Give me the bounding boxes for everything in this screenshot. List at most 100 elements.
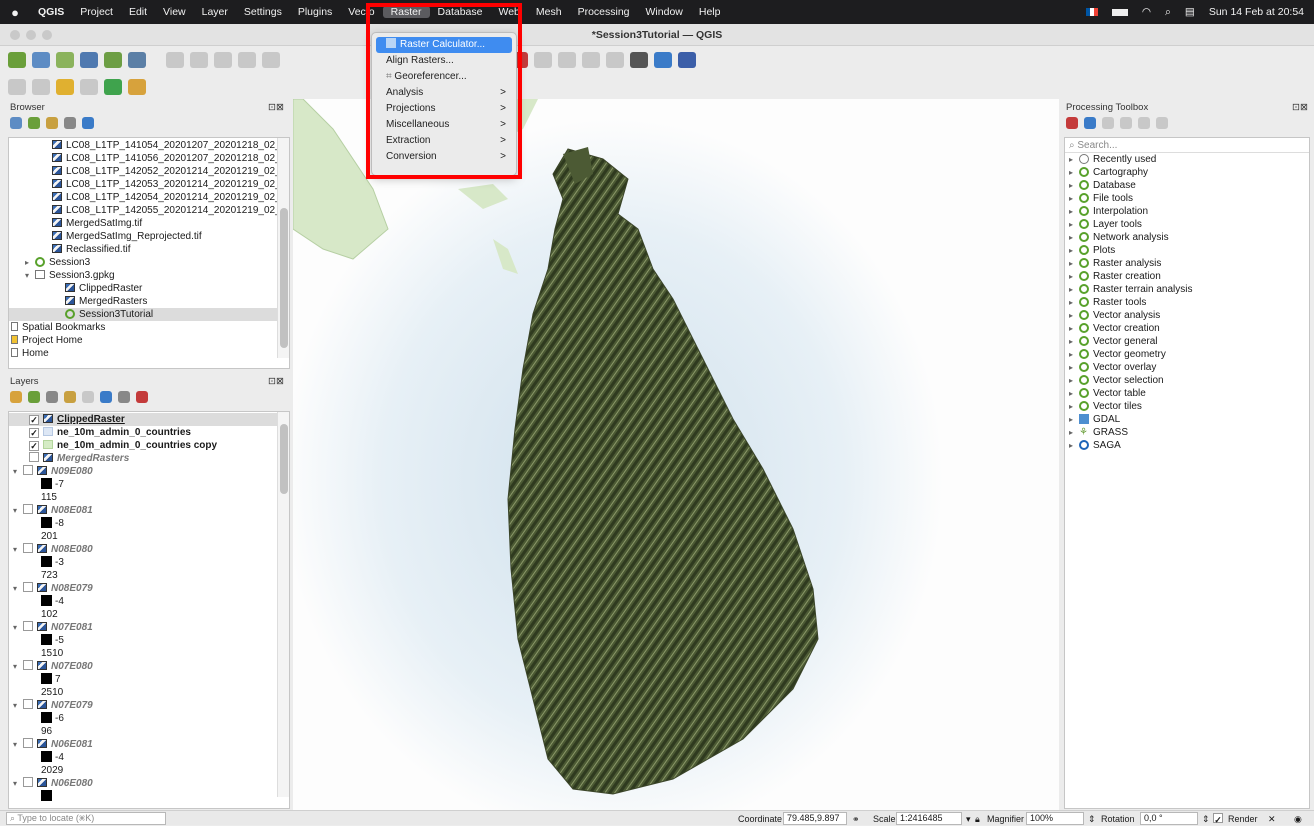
magnifier-stepper-icon[interactable]: ⇕ [1088,813,1096,825]
browser-item[interactable]: LC08_L1TP_141054_20201207_20201218_02_ [9,139,289,152]
browser-item[interactable]: Session3Tutorial [9,308,289,321]
browser-item[interactable]: ClippedRaster [9,282,289,295]
toolbox-provider-item[interactable]: ▸ Vector selection [1065,374,1309,387]
collapse-all-layers-icon[interactable] [118,391,130,403]
toolbox-provider-item[interactable]: ▸ Recently used [1065,153,1309,166]
collapse-all-icon[interactable] [64,117,76,129]
layer-group-row[interactable]: ▾ N07E081 [9,621,289,634]
expand-arrow-icon[interactable]: ▸ [1069,270,1079,283]
scripts-icon[interactable] [1084,117,1096,129]
crs-status-icon[interactable]: ✕ [1268,813,1276,825]
menu-edit[interactable]: Edit [121,6,155,18]
expand-arrow-icon[interactable]: ▸ [1069,179,1079,192]
magnifier-field[interactable]: 100% [1026,812,1084,825]
apple-icon[interactable]: ● [0,5,30,20]
manage-map-themes-icon[interactable] [46,391,58,403]
collapse-arrow-icon[interactable]: ▾ [25,269,35,282]
expand-arrow-icon[interactable]: ▸ [1069,257,1079,270]
layer-visibility-checkbox[interactable]: ✓ [29,415,39,425]
layer-item[interactable]: MergedRasters [9,452,289,465]
expand-arrow-icon[interactable]: ▸ [1069,374,1079,387]
select-by-value-icon[interactable] [32,79,50,95]
rotation-field[interactable]: 0,0 ° [1140,812,1198,825]
layer-visibility-checkbox[interactable] [23,465,33,475]
vertex-tool-icon[interactable] [238,52,256,68]
layer-item[interactable]: ✓ ne_10m_admin_0_countries [9,426,289,439]
layer-group-row[interactable]: ▾ N08E081 [9,504,289,517]
toolbox-provider-item[interactable]: ▸ Network analysis [1065,231,1309,244]
collapse-arrow-icon[interactable]: ▾ [13,621,23,634]
toolbox-provider-item[interactable]: ▸ SAGA [1065,439,1309,452]
scale-dropdown-icon[interactable]: ▾ [966,813,971,825]
properties-icon[interactable] [82,117,94,129]
help-icon[interactable] [678,52,696,68]
refresh-icon[interactable] [28,117,40,129]
layer-visibility-checkbox[interactable]: ✓ [29,441,39,451]
collapse-arrow-icon[interactable]: ▾ [13,543,23,556]
layer-visibility-checkbox[interactable] [29,452,39,462]
expand-arrow-icon[interactable]: ▸ [1069,231,1079,244]
toolbox-provider-item[interactable]: ▸ GDAL [1065,413,1309,426]
browser-item[interactable]: LC08_L1TP_141056_20201207_20201218_02_ [9,152,289,165]
toolbox-provider-item[interactable]: ▸ Vector general [1065,335,1309,348]
add-feature-icon[interactable] [214,52,232,68]
coordinate-field[interactable]: 79.485,9.897 [783,812,847,825]
layer-visibility-checkbox[interactable] [23,777,33,787]
battery-icon[interactable] [1111,8,1128,16]
expand-arrow-icon[interactable]: ▸ [1069,387,1079,400]
expand-arrow-icon[interactable]: ▸ [1069,218,1079,231]
menu-clock[interactable]: Sun 14 Feb at 20:54 [1209,6,1304,18]
browser-item[interactable]: LC08_L1TP_142054_20201214_20201219_02_ [9,191,289,204]
remove-layer-icon[interactable] [136,391,148,403]
browser-panel-float-close-icon[interactable]: ⊡⊠ [268,102,284,113]
statistics-icon[interactable] [128,79,146,95]
add-mesh-layer-icon[interactable] [80,52,98,68]
menu-window[interactable]: Window [638,6,691,18]
filter-icon[interactable] [46,117,58,129]
move-label-icon[interactable] [582,52,600,68]
attribute-table-icon[interactable] [80,79,98,95]
filter-legend-icon[interactable] [64,391,76,403]
layer-group-row[interactable]: ▾ N08E080 [9,543,289,556]
expand-arrow-icon[interactable]: ▸ [1069,296,1079,309]
layer-group-row[interactable]: ▾ N07E080 [9,660,289,673]
browser-item[interactable]: LC08_L1TP_142053_20201214_20201219_02_ [9,178,289,191]
toolbox-provider-item[interactable]: ▸ Vector analysis [1065,309,1309,322]
layer-visibility-checkbox[interactable] [23,543,33,553]
browser-item[interactable]: MergedSatImg_Reprojected.tif [9,230,289,243]
menu-help[interactable]: Help [691,6,729,18]
browser-item[interactable]: MergedRasters [9,295,289,308]
layer-group-row[interactable]: ▾ N07E079 [9,699,289,712]
control-center-icon[interactable]: ▤ [1185,6,1195,18]
deselect-icon[interactable] [56,79,74,95]
locator-search-input[interactable]: ⌕ Type to locate (⌘K) [6,812,166,825]
menu-plugins[interactable]: Plugins [290,6,340,18]
select-features-icon[interactable] [8,79,26,95]
toolbox-provider-item[interactable]: ▸ ⚘ GRASS [1065,426,1309,439]
browser-scrollbar[interactable] [277,138,289,358]
zoom-window-icon[interactable] [42,30,52,40]
layer-visibility-checkbox[interactable] [23,660,33,670]
expand-arrow-icon[interactable]: ▸ [1069,166,1079,179]
toolbox-provider-item[interactable]: ▸ Cartography [1065,166,1309,179]
collapse-arrow-icon[interactable]: ▾ [13,660,23,673]
wifi-icon[interactable]: ◠ [1142,6,1151,18]
expand-arrow-icon[interactable]: ▸ [1069,153,1079,166]
browser-item[interactable]: Spatial Bookmarks [9,321,289,334]
add-delimited-text-icon[interactable] [56,52,74,68]
toolbox-provider-item[interactable]: ▸ Vector table [1065,387,1309,400]
toolbox-provider-item[interactable]: ▸ Interpolation [1065,205,1309,218]
browser-item[interactable]: ▾ Session3.gpkg [9,269,289,282]
add-vector-layer-icon[interactable] [8,52,26,68]
toolbox-provider-item[interactable]: ▸ Vector creation [1065,322,1309,335]
collapse-arrow-icon[interactable]: ▾ [13,504,23,517]
browser-item[interactable]: ▸ Session3 [9,256,289,269]
toolbox-provider-item[interactable]: ▸ Layer tools [1065,218,1309,231]
spotlight-search-icon[interactable]: ⌕ [1165,6,1171,19]
menu-settings[interactable]: Settings [236,6,290,18]
collapse-arrow-icon[interactable]: ▾ [13,738,23,751]
models-icon[interactable] [1066,117,1078,129]
render-checkbox[interactable]: ✓ [1213,813,1223,825]
layer-item[interactable]: ✓ ne_10m_admin_0_countries copy [9,439,289,452]
toggle-editing-icon[interactable] [166,52,184,68]
